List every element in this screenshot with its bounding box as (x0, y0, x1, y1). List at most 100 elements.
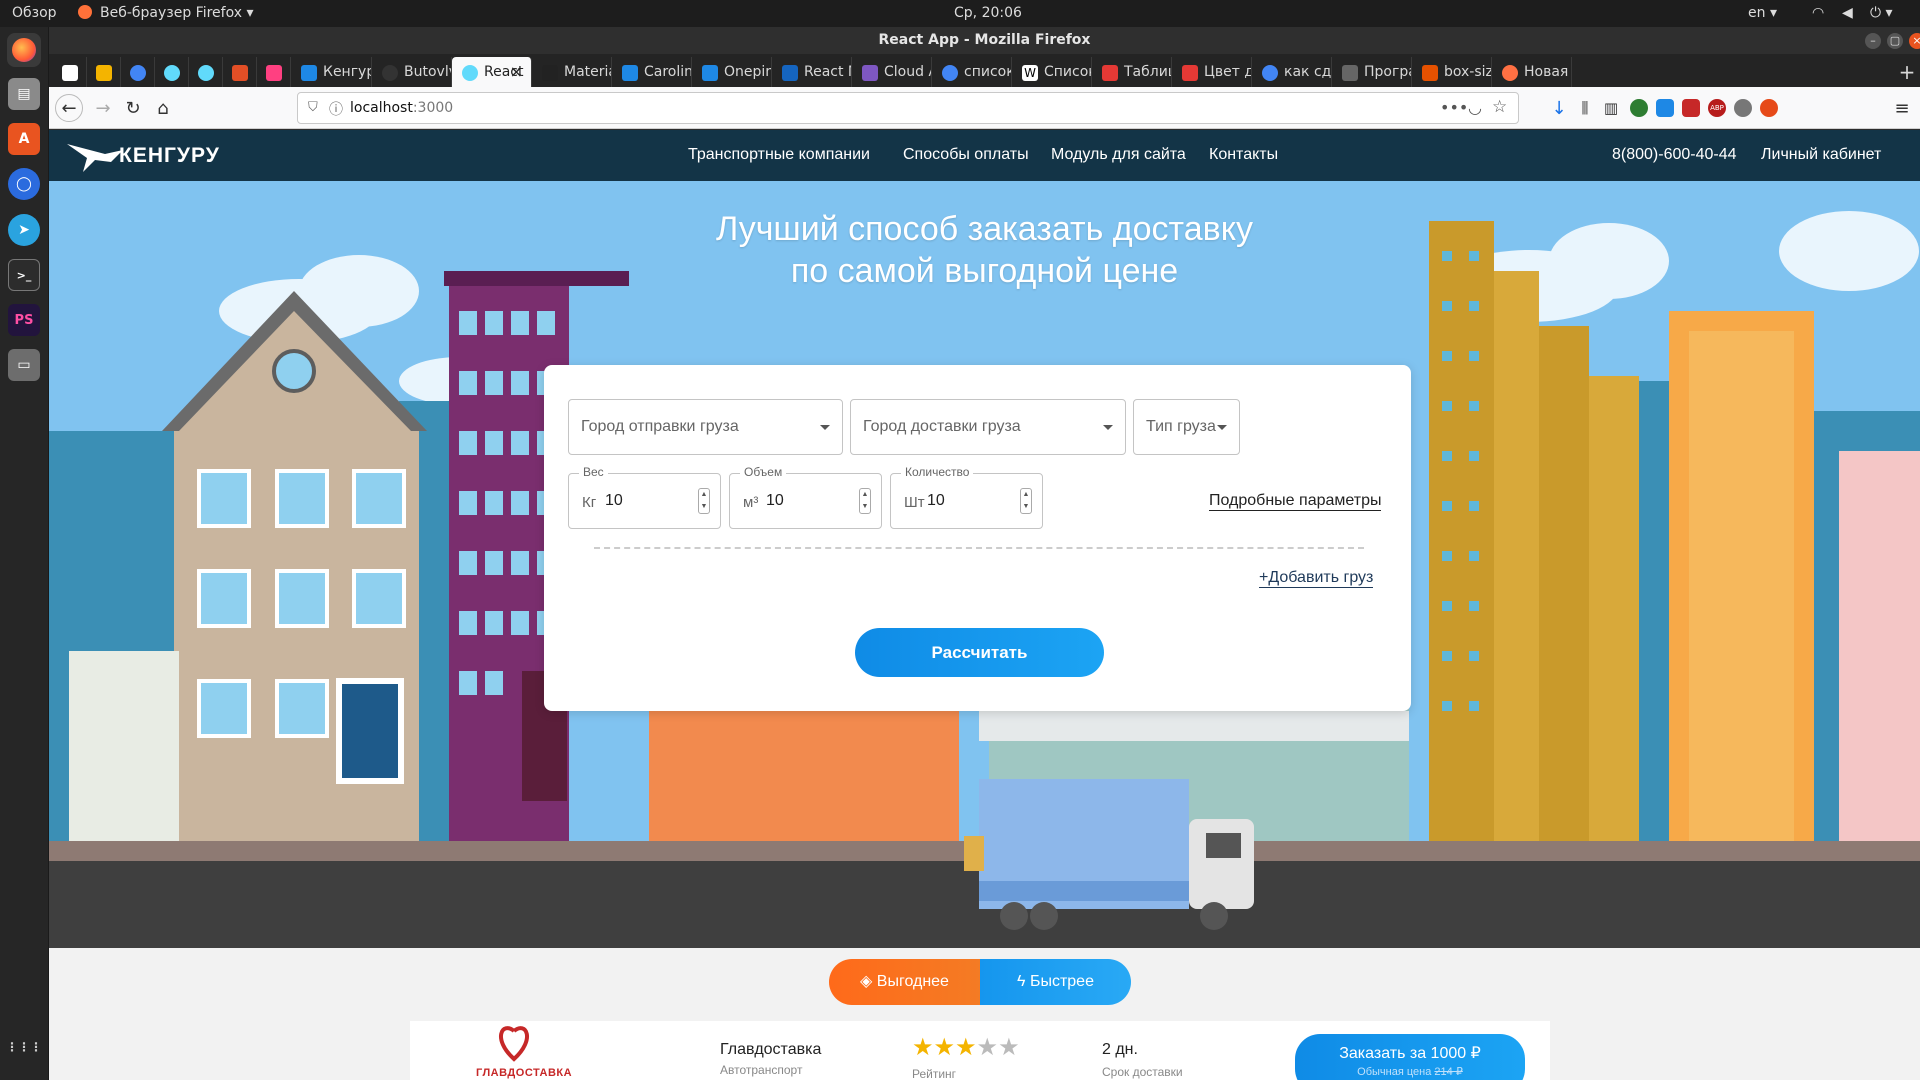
weight-value[interactable]: 10 (605, 492, 623, 510)
tab-new[interactable]: Новая в (1492, 57, 1572, 87)
close-tab-icon[interactable]: × (510, 57, 523, 87)
weight-field[interactable]: Вес Кг 10 ▲ ▼ (568, 465, 721, 529)
menu-icon[interactable]: ≡ (1888, 94, 1916, 122)
minimize-icon[interactable]: – (1865, 33, 1881, 49)
to-city-select[interactable]: Город доставки груза (850, 399, 1126, 455)
tab-github[interactable]: Butovlv (372, 57, 452, 87)
library-icon[interactable]: ⫼ (1571, 94, 1599, 122)
tab-onepira[interactable]: Onepira (692, 57, 772, 87)
calculate-button[interactable]: Рассчитать (855, 628, 1104, 677)
tab-tablitsa[interactable]: Таблиц (1092, 57, 1172, 87)
quantity-stepper-icon[interactable]: ▲ ▼ (1020, 488, 1032, 514)
pocket-icon[interactable]: ◡ (1468, 98, 1482, 117)
from-city-select[interactable]: Город отправки груза (568, 399, 843, 455)
extension-icon[interactable] (1734, 99, 1752, 117)
telegram-icon[interactable]: ➤ (8, 214, 40, 246)
files-icon[interactable]: ▤ (8, 78, 40, 110)
show-apps-icon[interactable]: ⋮⋮⋮ (6, 1035, 42, 1059)
signal-icon[interactable]: ◯ (8, 168, 40, 200)
back-icon[interactable]: ← (55, 94, 83, 122)
app-menu[interactable]: Веб-браузер Firefox ▾ (100, 5, 254, 21)
tab-pinned[interactable] (257, 57, 291, 87)
url-bar[interactable]: ⛉ ⓘ localhost:3000 ••• ◡ ☆ (297, 92, 1519, 124)
nav-payment-methods[interactable]: Способы оплаты (903, 146, 1029, 164)
tab-react-m[interactable]: React M (772, 57, 852, 87)
kenguru-favicon (301, 65, 317, 81)
tab-material[interactable]: Materia (532, 57, 612, 87)
tab-pinned[interactable] (87, 57, 121, 87)
maximize-icon[interactable]: ▢ (1887, 33, 1903, 49)
tab-label: Програ (1364, 64, 1412, 80)
quantity-field[interactable]: Количество Шт 10 ▲ ▼ (890, 465, 1043, 529)
tab-label: Список (1044, 64, 1092, 80)
order-button[interactable]: Заказать за 1000 ₽ Обычная цена 214 ₽ (1295, 1034, 1525, 1080)
translate-extension-icon[interactable] (1656, 99, 1674, 117)
extension-icon[interactable] (1760, 99, 1778, 117)
nav-contacts[interactable]: Контакты (1209, 146, 1278, 164)
sidebar-icon[interactable]: ▥ (1597, 94, 1625, 122)
tab-spisok-wiki[interactable]: W Список (1012, 57, 1092, 87)
tab-label: Кенгуру (323, 64, 371, 80)
tab-pinned[interactable] (189, 57, 223, 87)
forward-icon[interactable]: → (89, 94, 117, 122)
tab-carolina[interactable]: Carolina (612, 57, 692, 87)
add-cargo-link[interactable]: +Добавить груз (1259, 569, 1374, 588)
tab-kak-sde[interactable]: как сде (1252, 57, 1332, 87)
adblock-icon[interactable]: ABP (1708, 99, 1726, 117)
account-link[interactable]: Личный кабинет (1761, 146, 1881, 164)
kangaroo-logo-icon[interactable] (65, 140, 125, 174)
extension-icon[interactable] (1630, 99, 1648, 117)
bookmark-star-icon[interactable]: ☆ (1492, 97, 1507, 117)
cargo-type-select[interactable]: Тип груза (1133, 399, 1240, 455)
home-icon[interactable]: ⌂ (149, 94, 177, 122)
toggle-faster[interactable]: ϟ Быстрее (980, 959, 1131, 1005)
nav-site-module[interactable]: Модуль для сайта (1051, 146, 1186, 164)
tab-pinned[interactable] (121, 57, 155, 87)
tab-pinned[interactable] (223, 57, 257, 87)
phone-number[interactable]: 8(800)-600-40-44 (1612, 146, 1737, 164)
firefox-icon (1502, 65, 1518, 81)
clock[interactable]: Ср, 20:06 (954, 5, 1022, 21)
wifi-icon[interactable]: ◠ (1812, 5, 1824, 21)
keyboard-layout[interactable]: en ▾ (1748, 5, 1777, 21)
printer-icon[interactable]: ▭ (8, 349, 40, 381)
tab-spisok-google[interactable]: список (932, 57, 1012, 87)
nav-transport-companies[interactable]: Транспортные компании (688, 146, 870, 164)
close-window-icon[interactable]: × (1909, 33, 1920, 49)
weight-stepper-icon[interactable]: ▲ ▼ (698, 488, 710, 514)
info-icon[interactable]: ⓘ (329, 99, 343, 119)
quantity-value[interactable]: 10 (927, 492, 945, 510)
new-tab-button[interactable]: + (1894, 57, 1920, 87)
firefox-dock-icon[interactable] (7, 33, 41, 67)
weight-unit: Кг (582, 494, 597, 511)
volume-field[interactable]: Объем м³ 10 ▲ ▼ (729, 465, 882, 529)
regular-price: Обычная цена 214 ₽ (1295, 1065, 1525, 1078)
activities-button[interactable]: Обзор (12, 5, 57, 21)
google-icon (1262, 65, 1278, 81)
tab-react-app[interactable]: React × (452, 57, 532, 87)
more-params-link[interactable]: Подробные параметры (1209, 492, 1382, 511)
power-icon[interactable]: ⏻ ▾ (1870, 5, 1893, 21)
tab-box-sizing[interactable]: box-sizi (1412, 57, 1492, 87)
tab-progra[interactable]: Програ (1332, 57, 1412, 87)
tab-kenguru[interactable]: Кенгуру (291, 57, 372, 87)
tab-pinned[interactable] (155, 57, 189, 87)
react-icon (164, 65, 180, 81)
tab-tsvet[interactable]: Цвет д (1172, 57, 1252, 87)
tab-pinned[interactable] (53, 57, 87, 87)
reload-icon[interactable]: ↻ (119, 94, 147, 122)
toggle-cheaper[interactable]: ◈ Выгоднее (829, 959, 980, 1005)
site-logo[interactable]: КЕНГУРУ (119, 144, 220, 168)
software-center-icon[interactable]: A (8, 123, 40, 155)
phpstorm-icon[interactable]: PS (8, 304, 40, 336)
terminal-icon[interactable]: >_ (8, 259, 40, 291)
page-actions-icon[interactable]: ••• (1440, 98, 1468, 117)
extension-icon[interactable] (1682, 99, 1700, 117)
shield-icon[interactable]: ⛉ (308, 100, 318, 115)
tab-favicon (1102, 65, 1118, 81)
downloads-icon[interactable]: ↓ (1545, 94, 1573, 122)
tab-cloud[interactable]: Cloud A (852, 57, 932, 87)
volume-value[interactable]: 10 (766, 492, 784, 510)
volume-icon[interactable]: ◀ (1842, 5, 1853, 21)
volume-stepper-icon[interactable]: ▲ ▼ (859, 488, 871, 514)
